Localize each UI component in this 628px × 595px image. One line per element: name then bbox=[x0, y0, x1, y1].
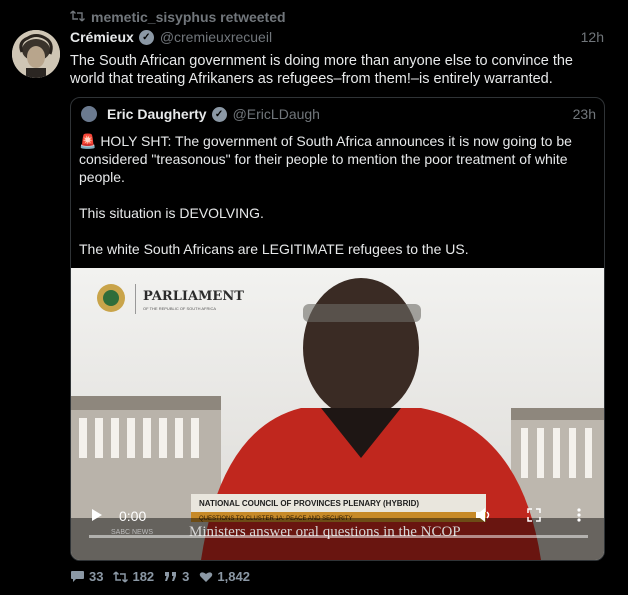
video-time: 0:00 bbox=[119, 508, 147, 524]
quoted-paragraph-1: 🚨 HOLY SHT: The government of South Afri… bbox=[79, 133, 572, 185]
quoted-paragraph-3: The white South Africans are LEGITIMATE … bbox=[79, 241, 469, 257]
video-progress-bar[interactable] bbox=[89, 535, 588, 538]
tweet-text: The South African government is doing mo… bbox=[70, 53, 573, 87]
quote-button[interactable]: 3 bbox=[164, 569, 189, 584]
more-options-icon[interactable] bbox=[577, 508, 581, 525]
retweet-button[interactable]: 182 bbox=[113, 569, 154, 584]
heart-icon bbox=[199, 571, 213, 583]
retweet-count: 182 bbox=[132, 569, 155, 584]
quoted-author-handle[interactable]: @EricLDaugh bbox=[233, 106, 320, 122]
quote-count: 3 bbox=[182, 569, 190, 584]
fullscreen-icon[interactable] bbox=[527, 508, 541, 525]
parliament-logo-subtitle: OF THE REPUBLIC OF SOUTH AFRICA bbox=[143, 306, 216, 311]
reply-count: 33 bbox=[89, 569, 104, 584]
parliament-logo-title: PARLIAMENT bbox=[143, 289, 244, 304]
verified-badge-icon: ✓ bbox=[138, 29, 154, 45]
like-button[interactable]: 1,842 bbox=[199, 569, 250, 584]
retweet-icon bbox=[113, 570, 129, 583]
reply-icon bbox=[70, 570, 85, 583]
quoted-tweet-header: Eric Daugherty ✓ @EricLDaugh 23h bbox=[81, 106, 596, 122]
tweet-timestamp[interactable]: 12h bbox=[581, 29, 604, 45]
quoted-paragraph-2: This situation is DEVOLVING. bbox=[79, 205, 264, 221]
video-player[interactable]: PARLIAMENT OF THE REPUBLIC OF SOUTH AFRI… bbox=[71, 268, 604, 560]
quoted-tweet[interactable]: Eric Daugherty ✓ @EricLDaugh 23h 🚨 HOLY … bbox=[70, 97, 605, 561]
retweeted-by-line: memetic_sisyphus retweeted bbox=[70, 9, 286, 25]
retweeted-by-label[interactable]: memetic_sisyphus retweeted bbox=[91, 9, 286, 25]
author-avatar[interactable] bbox=[12, 30, 60, 78]
quoted-author-name[interactable]: Eric Daugherty bbox=[107, 106, 207, 122]
retweet-icon bbox=[70, 9, 85, 25]
quoted-author-avatar[interactable] bbox=[81, 106, 97, 122]
like-count: 1,842 bbox=[217, 569, 250, 584]
volume-icon[interactable] bbox=[475, 507, 493, 526]
author-handle[interactable]: @cremieuxrecueil bbox=[160, 29, 272, 45]
author-name[interactable]: Crémieux bbox=[70, 29, 134, 45]
verified-badge-icon: ✓ bbox=[211, 106, 227, 122]
quoted-tweet-text: 🚨 HOLY SHT: The government of South Afri… bbox=[79, 132, 594, 276]
quoted-tweet-timestamp[interactable]: 23h bbox=[573, 106, 596, 122]
quote-icon bbox=[164, 571, 178, 582]
reply-button[interactable]: 33 bbox=[70, 569, 103, 584]
tweet-header: Crémieux ✓ @cremieuxrecueil 12h bbox=[70, 29, 604, 45]
play-icon[interactable] bbox=[91, 508, 103, 525]
video-controls: 0:00 bbox=[71, 500, 604, 560]
tweet-actions: 33 182 3 1,842 bbox=[70, 569, 250, 584]
